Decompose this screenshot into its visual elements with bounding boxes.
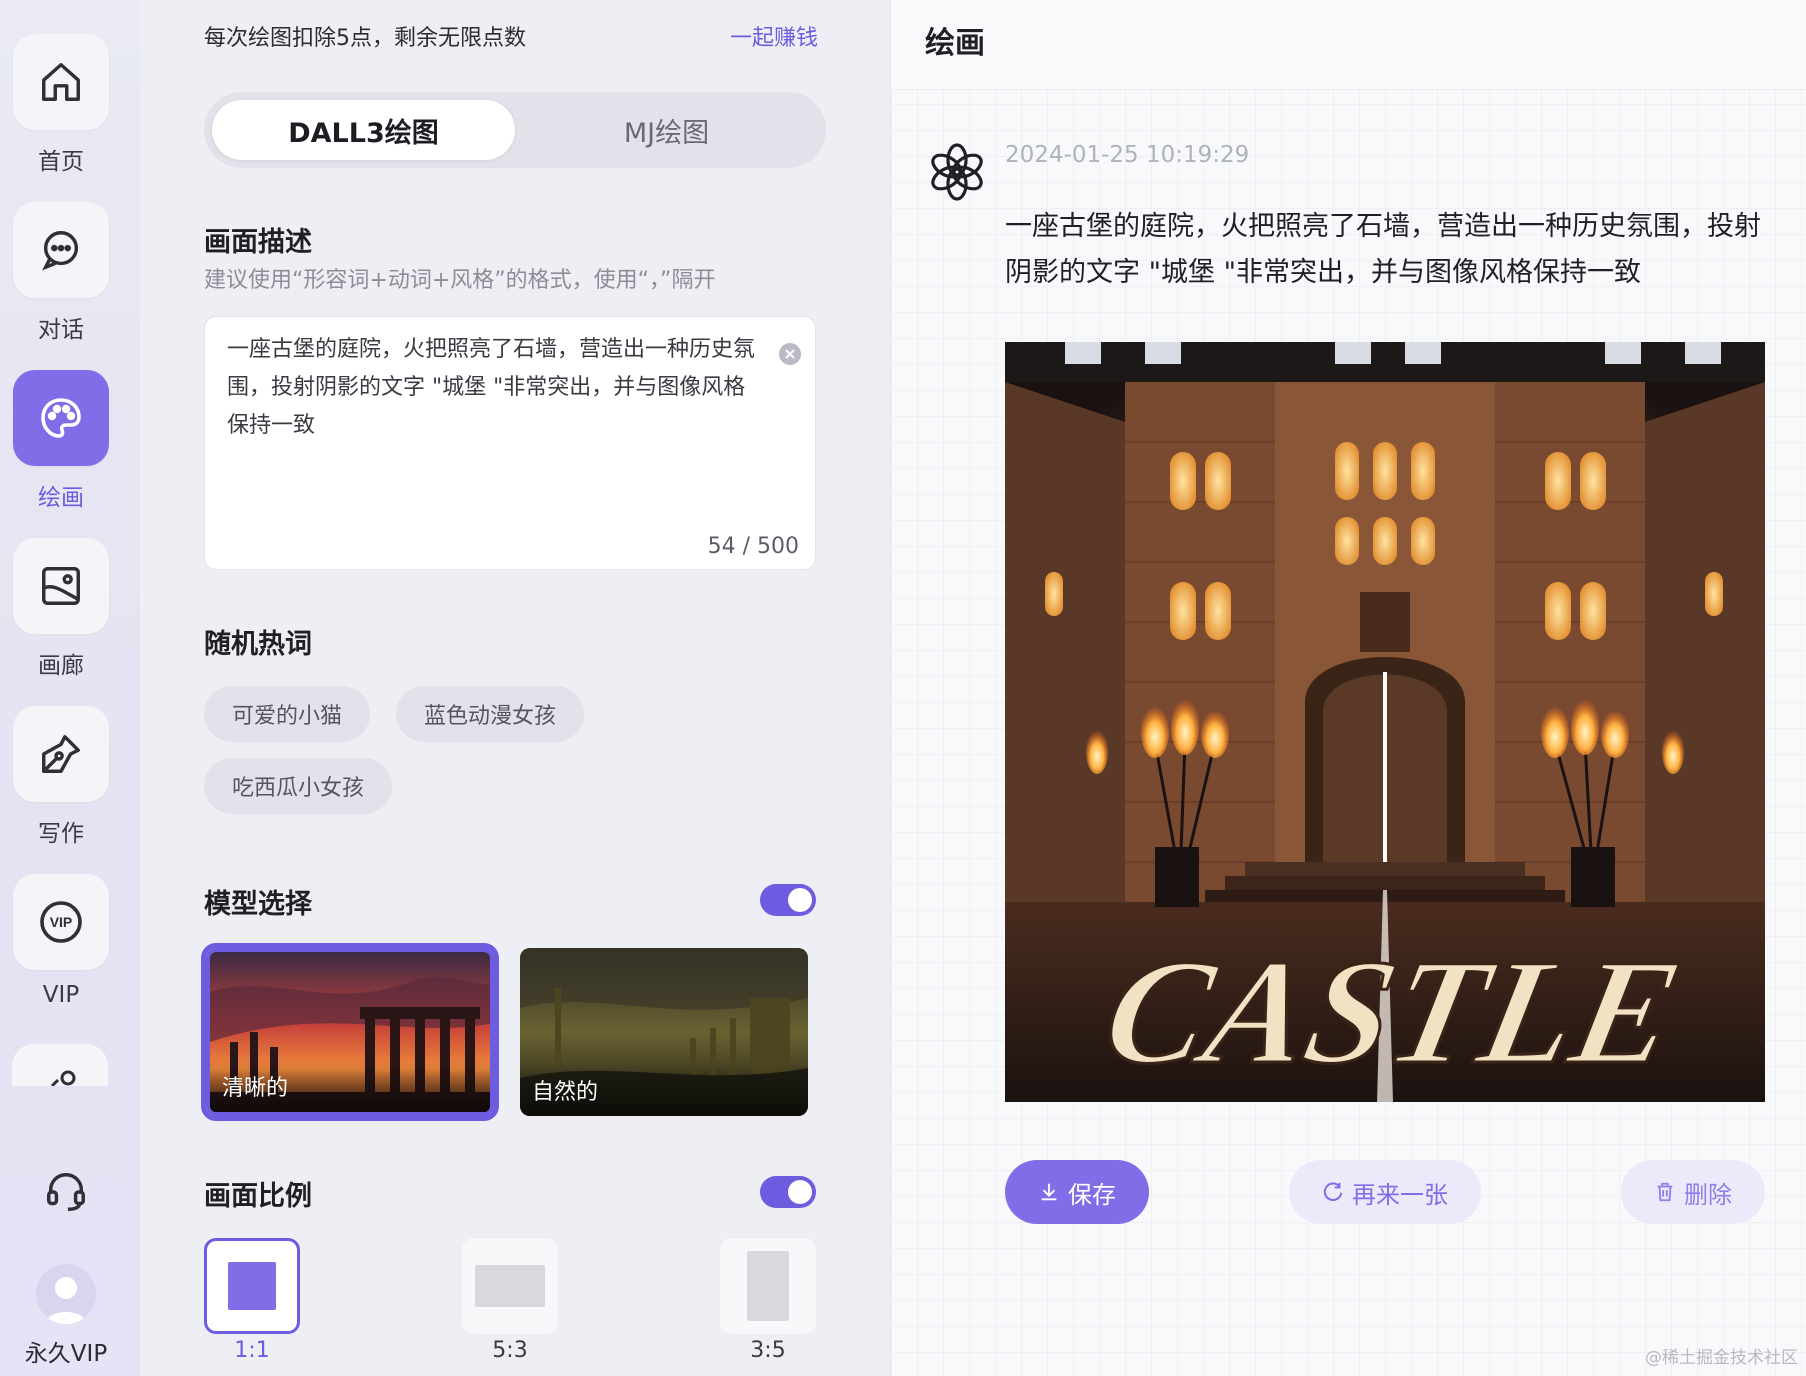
nav-label-home: 首页 xyxy=(38,149,84,175)
nav-label-draw: 绘画 xyxy=(38,485,84,511)
draw-mode-toggle: DALL3绘图 MJ绘图 xyxy=(204,92,826,168)
watermark: @稀土掘金技术社区 xyxy=(1645,1348,1798,1368)
nav-item-gallery[interactable]: 画廊 xyxy=(0,538,140,698)
mode-dall3-button[interactable]: DALL3绘图 xyxy=(212,100,515,160)
regenerate-button-label: 再来一张 xyxy=(1352,1180,1448,1209)
nav-label-vip: VIP xyxy=(42,982,80,1008)
trash-icon xyxy=(1657,1182,1673,1202)
headset-icon xyxy=(47,1173,85,1211)
nav-rail: 首页 对话 绘画 画廊 写作 VIP VIP 永久VIP xyxy=(0,0,140,1376)
ratio-option-3-5[interactable] xyxy=(720,1238,816,1334)
ratio-toggle[interactable] xyxy=(760,1176,816,1208)
nav-item-home[interactable]: 首页 xyxy=(0,34,140,194)
hot-word-chip[interactable]: 蓝色动漫女孩 xyxy=(396,686,585,742)
palette-icon xyxy=(41,398,81,438)
account-level-label: 永久VIP xyxy=(24,1341,108,1367)
ratio-option-1-1[interactable] xyxy=(204,1238,300,1334)
download-icon xyxy=(1041,1183,1057,1201)
nav-item-partial[interactable] xyxy=(12,1044,108,1086)
partial-icon xyxy=(50,1070,76,1086)
gallery-icon xyxy=(42,567,80,605)
model-option-natural[interactable]: 自然的 xyxy=(520,948,808,1116)
avatar[interactable] xyxy=(36,1264,96,1324)
nav-tile xyxy=(13,370,109,466)
clear-prompt-button[interactable] xyxy=(779,343,801,365)
nav-label-write: 写作 xyxy=(38,821,84,847)
message-timestamp: 2024-01-25 10:19:29 xyxy=(1005,142,1250,168)
result-header: 绘画 xyxy=(891,0,1806,90)
support-button[interactable] xyxy=(38,1164,94,1220)
nav-tile: VIP xyxy=(13,874,109,970)
model-title: 模型选择 xyxy=(204,889,312,920)
close-icon xyxy=(785,349,795,359)
ratio-label: 3:5 xyxy=(750,1338,786,1363)
points-notice: 每次绘图扣除5点，剩余无限点数 xyxy=(204,26,526,51)
model-option-label: 自然的 xyxy=(520,1064,808,1116)
char-counter: 54 / 500 xyxy=(707,534,799,559)
nav-item-draw[interactable]: 绘画 xyxy=(0,370,140,530)
nav-tile xyxy=(13,706,109,802)
ratio-option-5-3[interactable] xyxy=(462,1238,558,1334)
result-prompt-text: 一座古堡的庭院，火把照亮了石墙，营造出一种历史氛围，投射阴影的文字 "城堡 "非… xyxy=(1005,211,1761,288)
ratio-label: 5:3 xyxy=(492,1338,528,1363)
ratio-shape-landscape xyxy=(475,1265,545,1307)
refresh-icon xyxy=(1323,1182,1343,1202)
delete-button[interactable]: 删除 xyxy=(1621,1160,1765,1224)
save-button[interactable]: 保存 xyxy=(1005,1160,1149,1224)
page-title: 绘画 xyxy=(925,26,985,61)
vip-icon: VIP xyxy=(40,901,82,943)
ratio-label: 1:1 xyxy=(234,1338,270,1363)
hot-words-title: 随机热词 xyxy=(204,629,312,660)
image-castle-text: CASTLE xyxy=(1092,928,1694,1094)
nav-tile xyxy=(13,538,109,634)
hot-word-chip[interactable]: 可爱的小猫 xyxy=(204,686,371,742)
save-button-label: 保存 xyxy=(1068,1180,1116,1209)
nav-item-chat[interactable]: 对话 xyxy=(0,202,140,362)
openai-logo-icon xyxy=(931,143,983,201)
earn-money-link[interactable]: 一起赚钱 xyxy=(730,20,818,52)
nav-label-chat: 对话 xyxy=(38,317,84,343)
ratio-shape-portrait xyxy=(747,1251,789,1321)
nav-item-vip[interactable]: VIP VIP xyxy=(0,874,140,1034)
home-icon xyxy=(42,63,80,101)
model-option-label: 清晰的 xyxy=(210,1060,490,1112)
ratio-title: 画面比例 xyxy=(204,1181,312,1212)
generated-image[interactable]: CASTLE xyxy=(1005,342,1765,1102)
result-area: 绘画 2024-01-25 10:19:29 一座古堡的庭院，火把照亮了石墙，营… xyxy=(890,0,1806,1376)
nav-tile xyxy=(13,202,109,298)
model-toggle[interactable] xyxy=(760,884,816,916)
user-avatar-icon xyxy=(46,1277,86,1324)
delete-button-label: 删除 xyxy=(1684,1180,1732,1209)
nav-tile xyxy=(13,34,109,130)
model-option-vivid[interactable]: 清晰的 xyxy=(201,943,499,1121)
mode-mj-button[interactable]: MJ绘图 xyxy=(515,100,818,160)
pen-icon xyxy=(42,735,80,773)
hot-word-chip[interactable]: 吃西瓜小女孩 xyxy=(204,758,393,814)
nav-item-write[interactable]: 写作 xyxy=(0,706,140,866)
prompt-textarea[interactable]: 一座古堡的庭院，火把照亮了石墙，营造出一种历史氛围，投射阴影的文字 "城堡 "非… xyxy=(204,316,816,570)
nav-label-gallery: 画廊 xyxy=(38,653,84,679)
prompt-text[interactable]: 一座古堡的庭院，火把照亮了石墙，营造出一种历史氛围，投射阴影的文字 "城堡 "非… xyxy=(227,331,757,445)
description-hint: 建议使用“形容词+动词+风格”的格式，使用“，”隔开 xyxy=(204,268,716,293)
ratio-shape-square xyxy=(228,1262,276,1310)
description-title: 画面描述 xyxy=(204,227,312,258)
chat-icon xyxy=(42,231,79,271)
regenerate-button[interactable]: 再来一张 xyxy=(1289,1160,1481,1224)
svg-text:VIP: VIP xyxy=(50,914,73,930)
